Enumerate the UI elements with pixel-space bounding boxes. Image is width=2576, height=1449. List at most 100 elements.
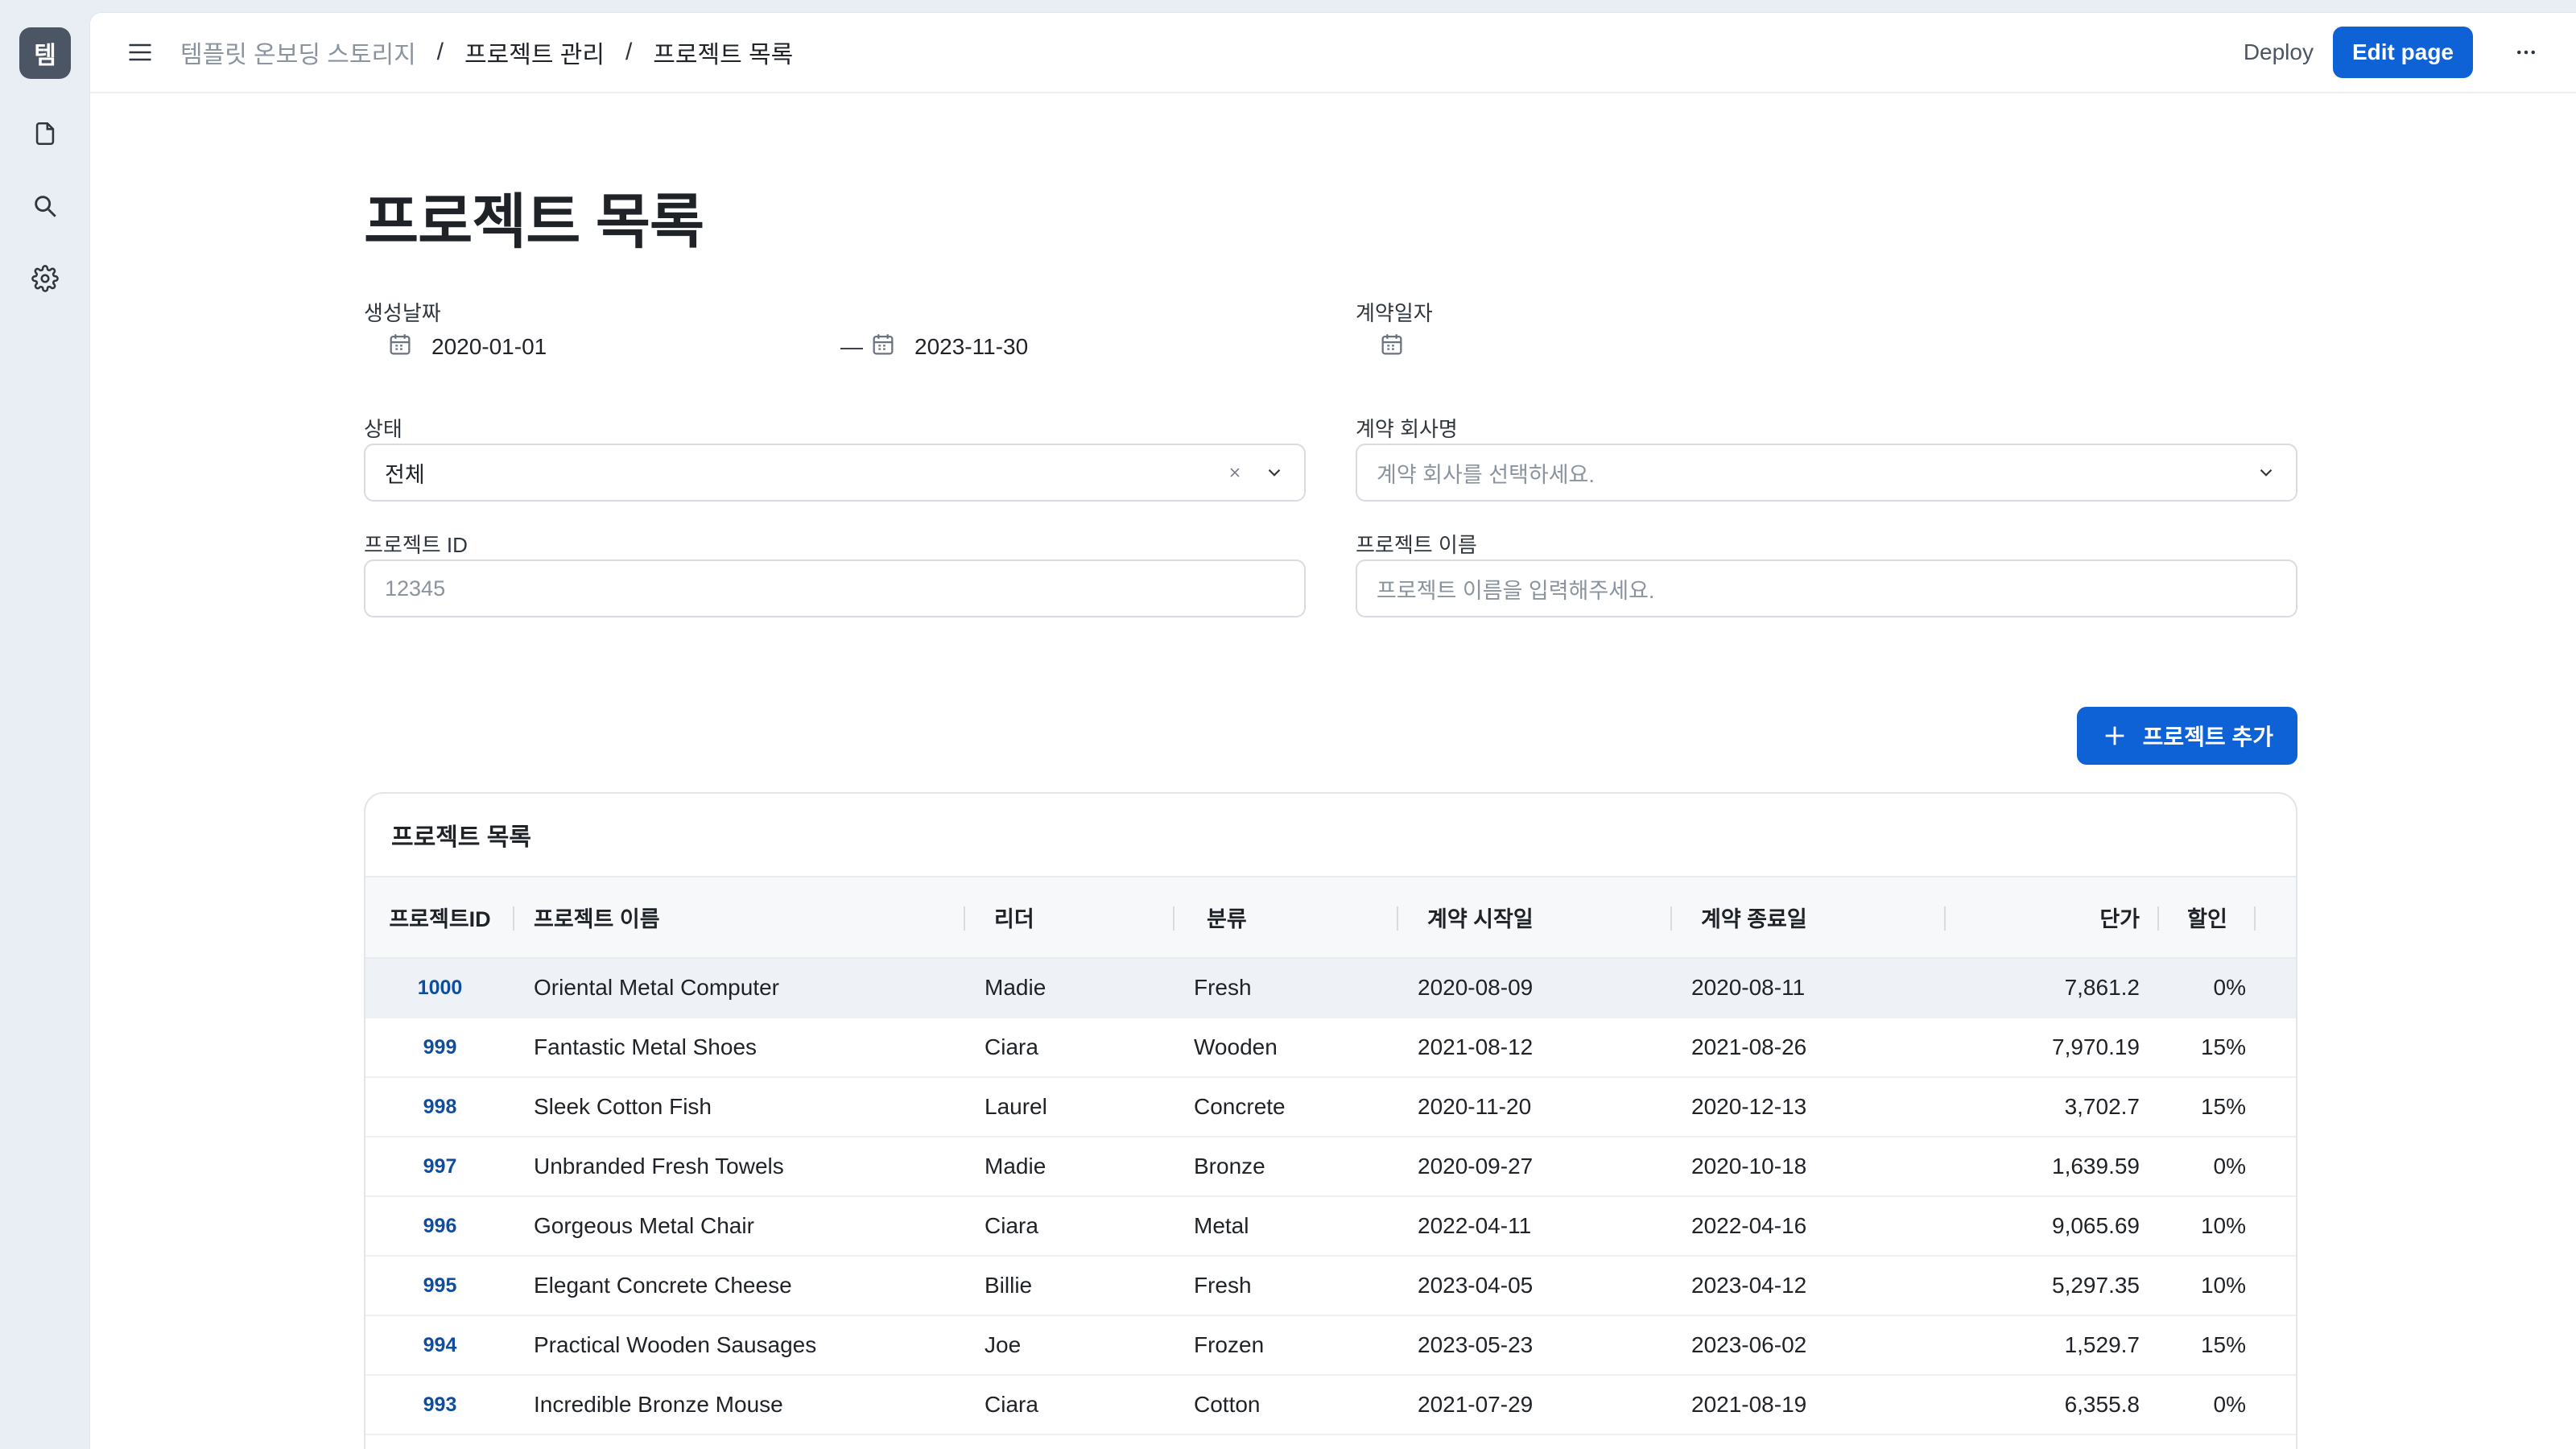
created-date-start[interactable]: 2020-01-01 — [431, 334, 547, 360]
cell-price: 5,297.35 — [1946, 1256, 2159, 1316]
cell-spacer — [2256, 1375, 2296, 1435]
company-select[interactable]: 계약 회사를 선택하세요. — [1356, 444, 2297, 502]
cell-start: 2020-08-09 — [1398, 958, 1672, 1018]
cell-category: Concrete — [1174, 1077, 1398, 1137]
cell-start: 2023-05-23 — [1398, 1315, 1672, 1376]
cell-id[interactable]: 995 — [365, 1256, 514, 1316]
cell-name: Sleek Cotton Fish — [514, 1077, 965, 1137]
table-row[interactable]: 993 Incredible Bronze Mouse Ciara Cotton 202… — [365, 1375, 2296, 1435]
cell-end: 2022-04-16 — [1672, 1196, 1946, 1257]
column-header-discount[interactable]: 할인 — [2159, 877, 2256, 959]
cell-spacer — [2256, 1196, 2296, 1257]
chevron-down-icon[interactable] — [1264, 462, 1285, 483]
table-row[interactable]: 997 Unbranded Fresh Towels Madie Bronze 2020… — [365, 1137, 2296, 1197]
breadcrumb-project-management[interactable]: 프로젝트 관리 — [464, 35, 605, 70]
breadcrumb-root[interactable]: 템플릿 온보딩 스토리지 — [180, 35, 416, 70]
gear-icon[interactable] — [27, 261, 63, 296]
cell-end: 2023-06-02 — [1672, 1315, 1946, 1376]
app-avatar[interactable]: 템 — [19, 27, 71, 79]
cell-category: Fresh — [1174, 958, 1398, 1018]
cell-name: Incredible Bronze Mouse — [514, 1375, 965, 1435]
cell-price: 1,639.59 — [1946, 1137, 2159, 1197]
table-row[interactable]: 995 Elegant Concrete Cheese Billie Fresh 202… — [365, 1256, 2296, 1316]
company-select-placeholder: 계약 회사를 선택하세요. — [1377, 462, 1595, 487]
page-title: 프로젝트 목록 — [364, 188, 704, 255]
cell-id[interactable]: 997 — [365, 1137, 514, 1197]
cell-price: 7,970.19 — [1946, 1018, 2159, 1078]
project-name-input[interactable]: 프로젝트 이름을 입력해주세요. — [1356, 559, 2297, 617]
project-id-input[interactable]: 12345 — [364, 559, 1306, 617]
search-icon[interactable] — [27, 188, 63, 224]
cell-leader: Ciara — [965, 1375, 1174, 1435]
cell-discount: 15% — [2159, 1018, 2256, 1078]
cell-id[interactable]: 1000 — [365, 958, 514, 1018]
edit-page-button[interactable]: Edit page — [2332, 27, 2473, 78]
calendar-icon — [869, 331, 897, 364]
table-row[interactable]: 998 Sleek Cotton Fish Laurel Concrete 2020-1… — [365, 1077, 2296, 1137]
cell-end: 2021-08-26 — [1672, 1018, 1946, 1078]
cell-start: 2023-04-05 — [1398, 1256, 1672, 1316]
cell-start: 2020-09-27 — [1398, 1137, 1672, 1197]
column-header-unit-price[interactable]: 단가 — [1946, 877, 2159, 959]
column-header-project-name[interactable]: 프로젝트 이름 — [514, 877, 965, 959]
cell-spacer — [2256, 1315, 2296, 1376]
cell-category: Bronze — [1174, 1137, 1398, 1197]
cell-leader: Madie — [965, 958, 1174, 1018]
table-row[interactable]: 994 Practical Wooden Sausages Joe Frozen 202… — [365, 1315, 2296, 1376]
add-project-button[interactable]: 프로젝트 추가 — [2076, 707, 2297, 765]
contract-date-picker[interactable] — [1378, 323, 2296, 371]
created-date-range[interactable]: 2020-01-01 — 2023-11-30 — [386, 323, 1304, 371]
cell-spacer — [2256, 1137, 2296, 1197]
cell-category: Metal — [1174, 1196, 1398, 1257]
cell-start: 2022-04-11 — [1398, 1196, 1672, 1257]
status-label: 상태 — [364, 417, 402, 441]
column-header-leader[interactable]: 리더 — [965, 877, 1174, 959]
table-row[interactable]: 1000 Oriental Metal Computer Madie Fresh 202… — [365, 958, 2296, 1018]
column-header-contract-end[interactable]: 계약 종료일 — [1672, 877, 1946, 959]
cell-leader: Ciara — [965, 1018, 1174, 1078]
cell-leader: Madie — [965, 1137, 1174, 1197]
cell-id[interactable]: 998 — [365, 1077, 514, 1137]
hamburger-menu-icon[interactable] — [116, 28, 164, 76]
cell-discount: 0% — [2159, 958, 2256, 1018]
cell-start: 2021-07-29 — [1398, 1375, 1672, 1435]
cell-name: Practical Wooden Sausages — [514, 1315, 965, 1376]
clear-icon[interactable] — [1227, 464, 1243, 481]
cell-leader: Laurel — [965, 1077, 1174, 1137]
column-header-category[interactable]: 분류 — [1174, 877, 1398, 959]
breadcrumb-separator: / — [436, 39, 444, 65]
cell-id[interactable]: 993 — [365, 1375, 514, 1435]
cell-id[interactable]: 994 — [365, 1315, 514, 1376]
cell-discount: 0% — [2159, 1137, 2256, 1197]
column-header-spacer — [2256, 877, 2296, 959]
cell-price: 1,529.7 — [1946, 1315, 2159, 1376]
column-header-project-id[interactable]: 프로젝트ID — [365, 877, 514, 959]
document-icon[interactable] — [27, 116, 63, 151]
breadcrumb: 템플릿 온보딩 스토리지 / 프로젝트 관리 / 프로젝트 목록 — [180, 35, 793, 70]
created-date-end[interactable]: 2023-11-30 — [914, 334, 1028, 360]
page-content: 프로젝트 목록 생성날짜 2020-01-01 — 2023-11-30 계약일… — [364, 93, 2297, 1449]
main-panel: 템플릿 온보딩 스토리지 / 프로젝트 관리 / 프로젝트 목록 Deploy … — [90, 13, 2576, 1449]
column-header-contract-start[interactable]: 계약 시작일 — [1398, 877, 1672, 959]
calendar-icon — [386, 331, 414, 364]
status-select[interactable]: 전체 — [364, 444, 1306, 502]
cell-end: 2020-08-11 — [1672, 958, 1946, 1018]
table-row[interactable]: 996 Gorgeous Metal Chair Ciara Metal 2022-04… — [365, 1196, 2296, 1257]
cell-leader: Joe — [965, 1315, 1174, 1376]
project-name-label: 프로젝트 이름 — [1356, 533, 1477, 557]
cell-id[interactable]: 999 — [365, 1018, 514, 1078]
chevron-down-icon[interactable] — [2256, 462, 2277, 483]
cell-spacer — [2256, 1018, 2296, 1078]
cell-start: 2020-11-20 — [1398, 1077, 1672, 1137]
date-range-dash: — — [840, 334, 863, 359]
table-row[interactable]: 999 Fantastic Metal Shoes Ciara Wooden 2021-… — [365, 1018, 2296, 1078]
cell-category: Cotton — [1174, 1375, 1398, 1435]
cell-discount: 10% — [2159, 1196, 2256, 1257]
project-name-placeholder: 프로젝트 이름을 입력해주세요. — [1377, 578, 1655, 603]
project-table: 프로젝트ID 프로젝트 이름 리더 분류 계약 시작일 계약 종료일 단가 할인… — [365, 877, 2296, 1435]
project-id-placeholder: 12345 — [385, 576, 446, 601]
cell-id[interactable]: 996 — [365, 1196, 514, 1257]
deploy-button[interactable]: Deploy — [2244, 39, 2314, 65]
more-options-icon[interactable] — [2502, 28, 2550, 76]
breadcrumb-project-list: 프로젝트 목록 — [653, 42, 794, 68]
